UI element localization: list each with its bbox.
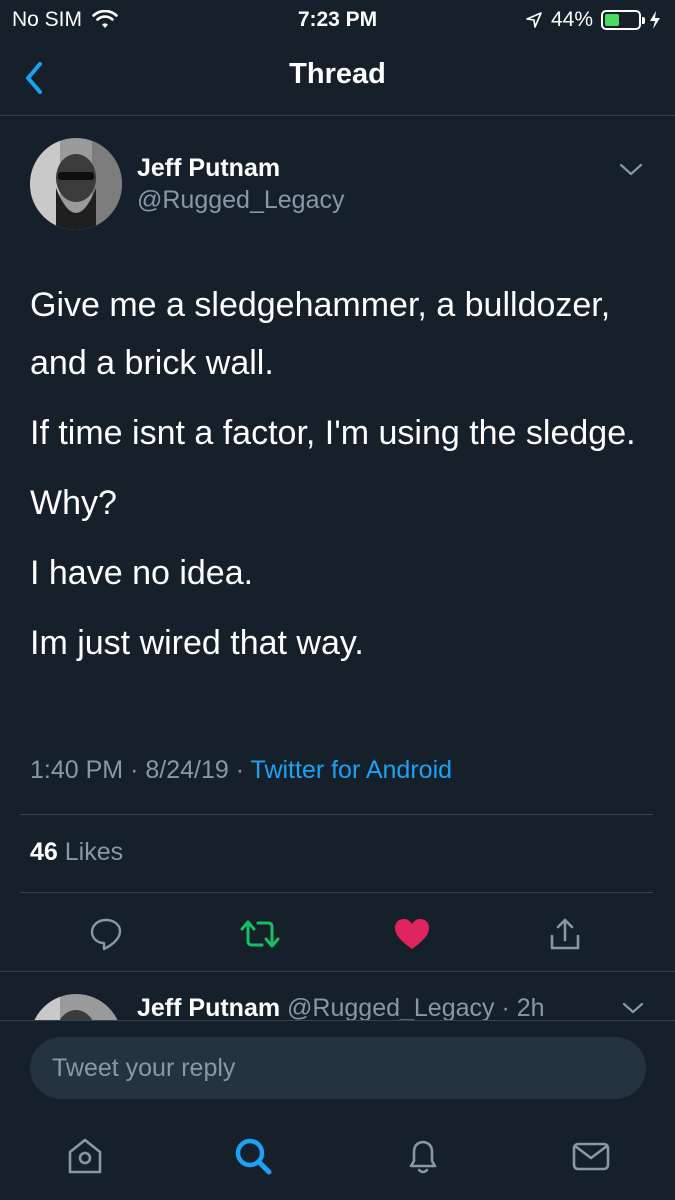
author-name[interactable]: Jeff Putnam: [137, 154, 280, 183]
likes-count: 46: [30, 838, 58, 866]
mail-icon: [572, 1142, 610, 1171]
tweet-text: Give me a sledgehammer, a bulldozer, and…: [30, 276, 650, 684]
tweet-paragraph: Why?: [30, 484, 117, 522]
reply-button[interactable]: [84, 912, 128, 956]
author-handle[interactable]: @Rugged_Legacy: [137, 186, 344, 215]
nav-header: Thread: [0, 40, 675, 116]
reply-age: 2h: [516, 994, 545, 1020]
location-arrow-icon: [526, 12, 542, 28]
chevron-down-icon[interactable]: [617, 160, 645, 180]
tweet-paragraph: I have no idea.: [30, 554, 254, 592]
share-icon: [550, 918, 580, 950]
tab-bar: [0, 1131, 675, 1191]
speech-bubble-icon: [90, 918, 122, 951]
home-icon: [68, 1138, 102, 1174]
likes-count-link[interactable]: 46 Likes: [30, 838, 123, 867]
composer-bar: [0, 1020, 675, 1200]
share-button[interactable]: [543, 912, 587, 956]
bell-icon: [409, 1140, 437, 1174]
reply-author-name[interactable]: Jeff Putnam: [137, 994, 280, 1020]
likes-label: Likes: [64, 838, 124, 866]
avatar[interactable]: [30, 994, 122, 1020]
search-icon: [235, 1138, 272, 1175]
tweet-date: 8/24/19: [145, 756, 229, 784]
chevron-down-icon[interactable]: [621, 1000, 645, 1016]
battery-icon: [601, 10, 645, 30]
tab-notifications[interactable]: [398, 1131, 448, 1181]
avatar[interactable]: [30, 138, 122, 230]
page-title: Thread: [289, 58, 386, 90]
charging-bolt-icon: [650, 11, 660, 29]
reply-author-handle[interactable]: @Rugged_Legacy: [287, 994, 494, 1020]
reply-author: Jeff Putnam @Rugged_Legacy · 2h: [137, 994, 545, 1020]
tweet-paragraph: Im just wired that way.: [30, 624, 364, 662]
battery-percent: 44%: [550, 8, 593, 31]
avatar-image: [30, 994, 122, 1020]
tab-messages[interactable]: [566, 1131, 616, 1181]
tweet-actions: [0, 912, 675, 956]
reply-preview[interactable]: Jeff Putnam @Rugged_Legacy · 2h: [0, 972, 675, 1020]
like-button[interactable]: [390, 912, 434, 956]
divider: [20, 892, 653, 893]
battery-fill: [605, 14, 620, 26]
tab-search[interactable]: [228, 1131, 278, 1181]
retweet-icon: [240, 920, 280, 948]
avatar-image: [30, 138, 122, 230]
status-right: 44%: [525, 8, 661, 32]
tweet-paragraph: If time isnt a factor, I'm using the sle…: [30, 414, 636, 452]
divider: [20, 814, 653, 815]
tweet-paragraph: Give me a sledgehammer, a bulldozer, and…: [30, 286, 611, 382]
tweet-meta: 1:40 PM · 8/24/19 · Twitter for Android: [30, 756, 453, 784]
tab-home[interactable]: [60, 1131, 110, 1181]
status-bar: No SIM 7:23 PM 44%: [0, 0, 675, 40]
retweet-button[interactable]: [238, 912, 282, 956]
tweet-source-link[interactable]: Twitter for Android: [251, 756, 452, 784]
reply-input[interactable]: [30, 1037, 646, 1099]
heart-icon: [395, 919, 429, 949]
tweet-time: 1:40 PM: [30, 756, 124, 784]
